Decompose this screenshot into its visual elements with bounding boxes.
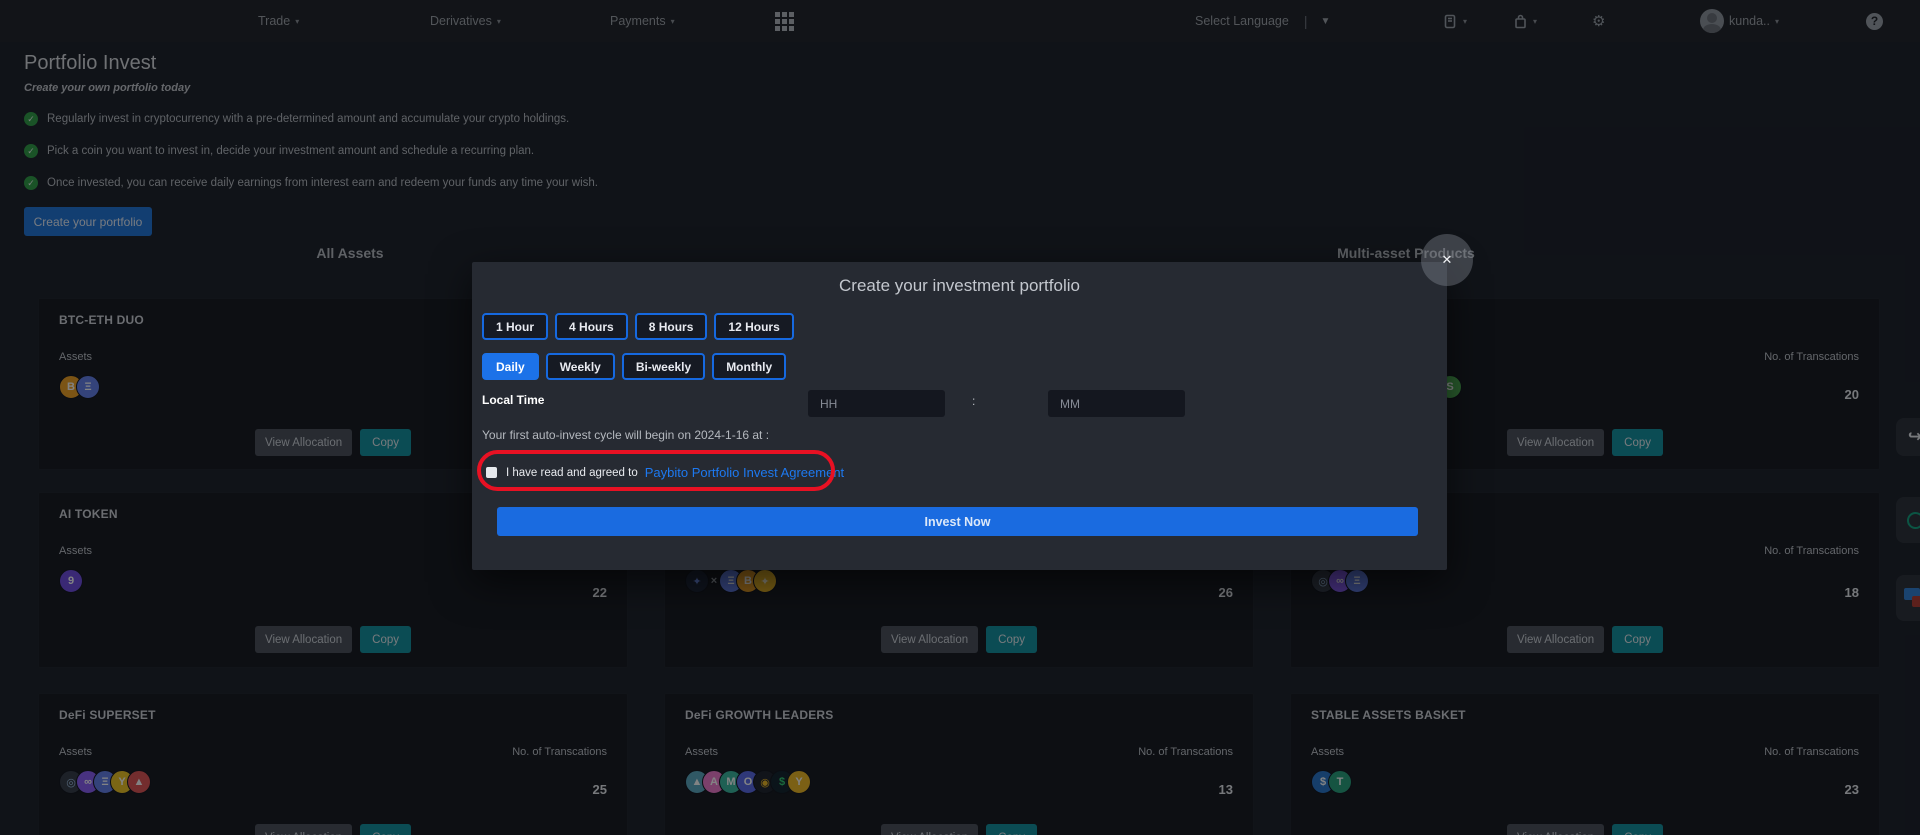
option-daily[interactable]: Daily	[482, 353, 539, 380]
option-bi-weekly[interactable]: Bi-weekly	[622, 353, 705, 380]
portfolio-invest-page: Trade ▾ Derivatives ▾ Payments ▾ Select …	[0, 0, 1920, 835]
local-time-label: Local Time	[482, 393, 544, 407]
agreement-checkbox[interactable]	[486, 467, 497, 478]
invest-now-button[interactable]: Invest Now	[497, 507, 1418, 536]
option-1-hour[interactable]: 1 Hour	[482, 313, 548, 340]
option-weekly[interactable]: Weekly	[546, 353, 615, 380]
time-colon: :	[972, 394, 975, 408]
agreement-row: I have read and agreed to Paybito Portfo…	[486, 465, 844, 480]
agreement-text: I have read and agreed to	[506, 467, 638, 479]
create-investment-portfolio-modal: Create your investment portfolio 1 Hour …	[472, 262, 1447, 570]
option-4-hours[interactable]: 4 Hours	[555, 313, 628, 340]
portfolio-invest-agreement-link[interactable]: Paybito Portfolio Invest Agreement	[645, 465, 844, 480]
option-8-hours[interactable]: 8 Hours	[635, 313, 708, 340]
frequency-options-group: Daily Weekly Bi-weekly Monthly	[482, 353, 786, 380]
close-icon: ✕	[1442, 252, 1453, 268]
option-monthly[interactable]: Monthly	[712, 353, 786, 380]
modal-close-button[interactable]: ✕	[1421, 234, 1473, 286]
modal-title: Create your investment portfolio	[472, 276, 1447, 296]
hour-input[interactable]	[808, 390, 945, 417]
option-12-hours[interactable]: 12 Hours	[714, 313, 793, 340]
cycle-start-text: Your first auto-invest cycle will begin …	[482, 428, 769, 442]
minute-input[interactable]	[1048, 390, 1185, 417]
hour-options-group: 1 Hour 4 Hours 8 Hours 12 Hours	[482, 313, 794, 340]
